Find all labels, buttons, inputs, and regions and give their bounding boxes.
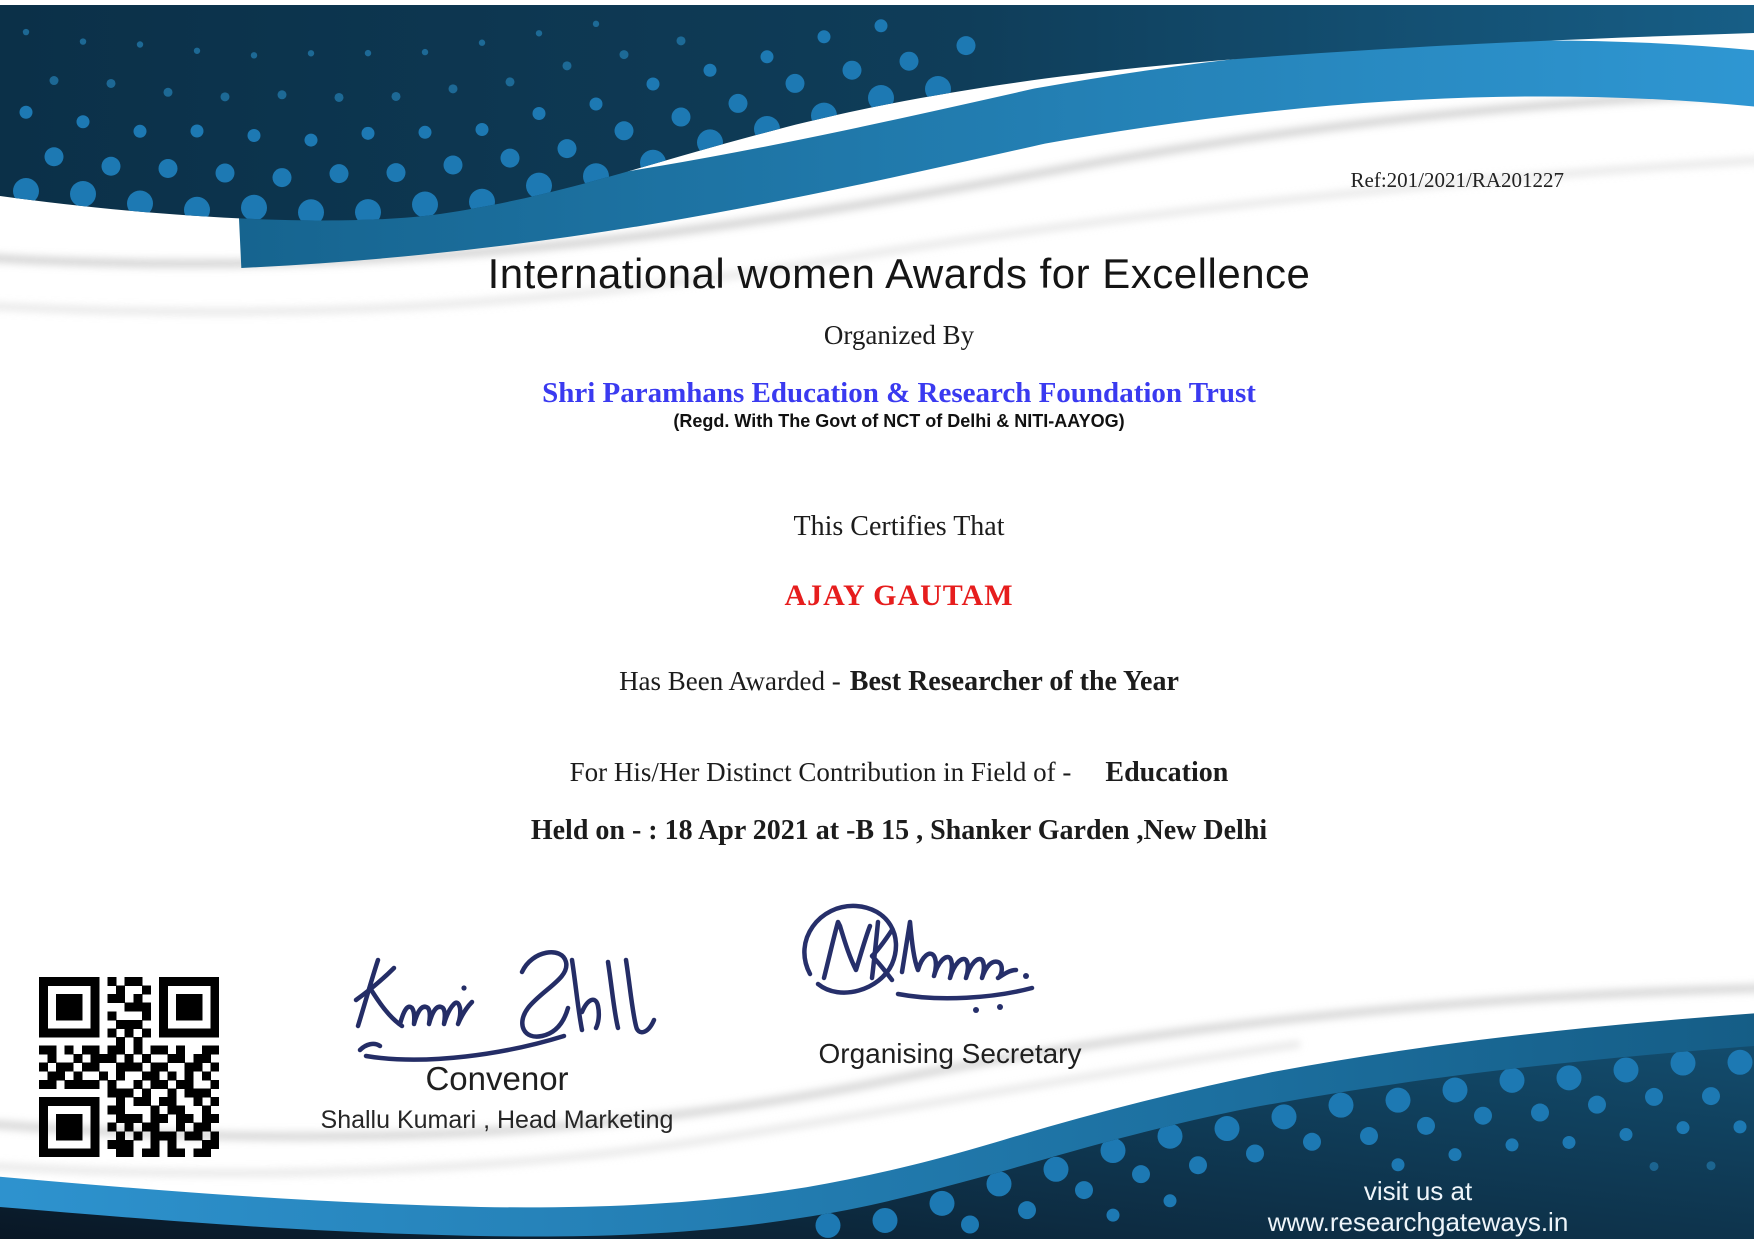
convenor-name: Shallu Kumari , Head Marketing (320, 1106, 674, 1134)
footer-url: visit us at www.researchgateways.in (1267, 1176, 1569, 1237)
qr-code (39, 977, 219, 1157)
event-details: Held on - : 18 Apr 2021 at -B 15 , Shank… (530, 815, 1268, 846)
award-prefix: Has Been Awarded - (619, 666, 841, 696)
field-prefix: For His/Her Distinct Contribution in Fie… (569, 757, 1072, 787)
recipient-name: AJAY GAUTAM (784, 579, 1014, 612)
secretary-role: Organising Secretary (818, 1038, 1082, 1069)
organized-by-label: Organized By (823, 320, 975, 350)
ref-number: Ref:201/2021/RA201227 (1350, 168, 1565, 192)
certifies-label: This Certifies That (793, 511, 1005, 542)
convenor-role: Convenor (425, 1060, 569, 1097)
field-line: For His/Her Distinct Contribution in Fie… (44, 757, 1754, 789)
certificate-title: International women Awards for Excellenc… (487, 250, 1311, 297)
organization-name: Shri Paramhans Education & Research Foun… (542, 377, 1256, 409)
secretary-signature (802, 903, 1035, 1013)
award-line: Has Been Awarded - Best Researcher of the… (44, 666, 1754, 698)
field-value: Education (1105, 757, 1229, 788)
registration-note: (Regd. With The Govt of NCT of Delhi & N… (673, 411, 1125, 431)
certificate-page: Ref:201/2021/RA201227 International wome… (0, 0, 1754, 1239)
convenor-signature (353, 950, 657, 1062)
award-title: Best Researcher of the Year (849, 666, 1179, 697)
